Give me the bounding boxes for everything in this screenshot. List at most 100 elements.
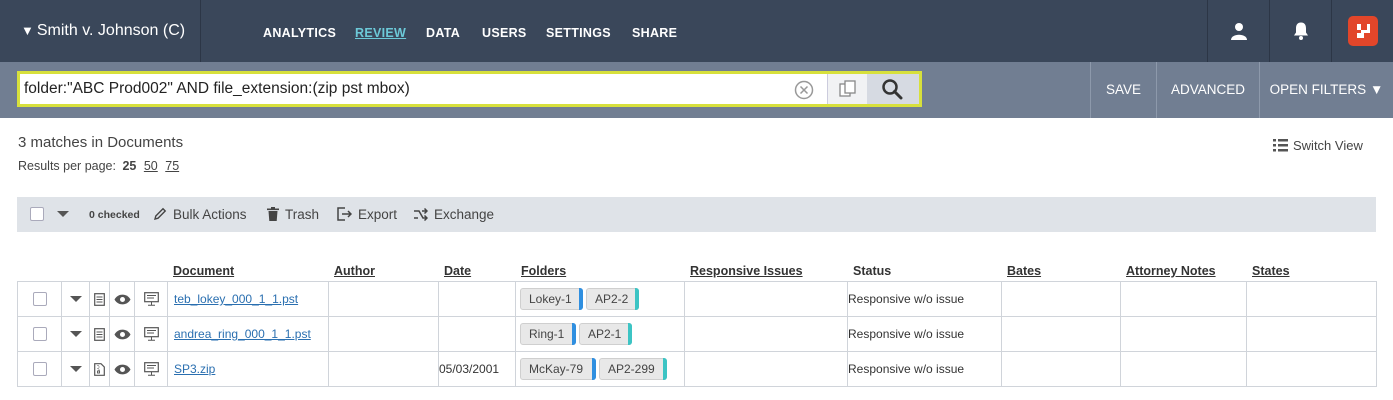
documents-table: teb_lokey_000_1_1.pst Lokey-1 AP2-2 Resp… [17, 281, 1377, 387]
copy-icon [839, 80, 856, 97]
select-options-caret[interactable] [57, 211, 69, 217]
row-checkbox[interactable] [32, 327, 47, 341]
responsive-issues-cell [684, 281, 848, 317]
search-box [17, 71, 922, 107]
folder-tag[interactable]: McKay-79 [520, 358, 596, 380]
folder-tag-label: AP2-1 [588, 327, 622, 341]
exchange-icon [414, 207, 429, 222]
nav-share[interactable]: SHARE [632, 26, 677, 40]
col-date[interactable]: Date [444, 264, 471, 278]
nav-data[interactable]: DATA [426, 26, 460, 40]
exchange-button[interactable]: Exchange [413, 207, 494, 222]
document-link[interactable]: SP3.zip [168, 362, 215, 376]
col-author[interactable]: Author [334, 264, 375, 278]
user-menu-button[interactable] [1207, 0, 1269, 62]
col-attorney-notes[interactable]: Attorney Notes [1126, 264, 1216, 278]
row-menu-caret[interactable] [69, 331, 82, 337]
table-row[interactable]: teb_lokey_000_1_1.pst Lokey-1 AP2-2 Resp… [17, 281, 1377, 317]
checked-count: 0 checked [89, 209, 140, 221]
export-button[interactable]: Export [337, 207, 397, 222]
brand-logo-button[interactable] [1331, 0, 1393, 62]
folder-tag[interactable]: AP2-299 [599, 358, 667, 380]
pencil-icon [154, 207, 167, 220]
author-cell [328, 351, 439, 387]
trash-label: Trash [285, 207, 320, 222]
document-link[interactable]: andrea_ring_000_1_1.pst [168, 327, 311, 341]
clear-search-icon[interactable] [794, 80, 814, 100]
presentation-icon[interactable] [143, 292, 159, 306]
search-button[interactable] [867, 74, 919, 104]
date-cell [438, 316, 516, 352]
attorney-notes-cell [1120, 351, 1247, 387]
nav-analytics[interactable]: ANALYTICS [263, 26, 336, 40]
presentation-icon[interactable] [143, 362, 159, 376]
zip-file-icon[interactable] [94, 362, 105, 376]
notifications-button[interactable] [1269, 0, 1331, 62]
search-input[interactable] [24, 76, 784, 102]
switch-view-label: Switch View [1293, 138, 1363, 153]
folder-tag[interactable]: AP2-2 [586, 288, 639, 310]
folder-tag-label: AP2-2 [595, 292, 629, 306]
folder-tag[interactable]: Ring-1 [520, 323, 576, 345]
export-icon [337, 207, 353, 221]
open-filters-button[interactable]: OPEN FILTERS ▼ [1259, 62, 1393, 118]
date-cell [438, 281, 516, 317]
nav-users[interactable]: USERS [482, 26, 527, 40]
nav-review[interactable]: REVIEW [355, 26, 406, 40]
folder-tag-label: Lokey-1 [529, 292, 572, 306]
folder-tag-label: McKay-79 [529, 362, 584, 376]
switch-view-button[interactable]: Switch View [1273, 138, 1363, 153]
col-bates[interactable]: Bates [1007, 264, 1041, 278]
bell-icon [1293, 22, 1308, 40]
nav-settings[interactable]: SETTINGS [546, 26, 611, 40]
caret-down-icon: ▼ [21, 23, 34, 38]
per-page-50[interactable]: 50 [144, 159, 158, 173]
col-responsive-issues[interactable]: Responsive Issues [690, 264, 803, 278]
bulk-actions-button[interactable]: Bulk Actions [153, 207, 247, 222]
status-cell: Responsive w/o issue [847, 281, 1002, 317]
row-checkbox[interactable] [32, 362, 47, 376]
matches-count: 3 matches in Documents [18, 134, 184, 151]
document-text-icon[interactable] [94, 327, 105, 341]
trash-icon [267, 207, 279, 221]
eye-icon[interactable] [114, 364, 131, 375]
col-states[interactable]: States [1252, 264, 1290, 278]
row-menu-caret[interactable] [69, 366, 82, 372]
results-per-page: Results per page: 25 50 75 [18, 159, 179, 173]
table-row[interactable]: andrea_ring_000_1_1.pst Ring-1 AP2-1 Res… [17, 316, 1377, 352]
eye-icon[interactable] [114, 329, 131, 340]
responsive-issues-cell [684, 316, 848, 352]
per-page-75[interactable]: 75 [165, 159, 179, 173]
folder-tag[interactable]: Lokey-1 [520, 288, 583, 310]
status-cell: Responsive w/o issue [847, 351, 1002, 387]
table-row[interactable]: SP3.zip 05/03/2001 McKay-79 AP2-299 Resp… [17, 351, 1377, 387]
brand-logo [1348, 16, 1378, 46]
search-bar: SAVE ADVANCED OPEN FILTERS ▼ [0, 62, 1393, 118]
case-selector[interactable]: ▼ Smith v. Johnson (C) [0, 0, 201, 62]
document-text-icon[interactable] [94, 292, 105, 306]
bulk-actions-label: Bulk Actions [173, 207, 247, 222]
list-view-icon [1273, 139, 1288, 152]
folder-tag[interactable]: AP2-1 [579, 323, 632, 345]
responsive-issues-cell [684, 351, 848, 387]
save-search-button[interactable]: SAVE [1090, 62, 1156, 118]
trash-button[interactable]: Trash [267, 207, 319, 222]
case-title: Smith v. Johnson (C) [36, 22, 186, 39]
presentation-icon[interactable] [143, 327, 159, 341]
top-navbar: ▼ Smith v. Johnson (C) ANALYTICS REVIEW D… [0, 0, 1393, 62]
advanced-search-button[interactable]: ADVANCED [1156, 62, 1259, 118]
eye-icon[interactable] [114, 294, 131, 305]
col-folders[interactable]: Folders [521, 264, 566, 278]
document-link[interactable]: teb_lokey_000_1_1.pst [168, 292, 298, 306]
folder-tag-label: AP2-299 [608, 362, 655, 376]
bates-cell [1001, 281, 1121, 317]
select-all-checkbox[interactable] [30, 207, 44, 221]
user-icon [1230, 23, 1247, 40]
copy-query-button[interactable] [827, 74, 867, 104]
states-cell [1246, 351, 1377, 387]
row-checkbox[interactable] [32, 292, 47, 306]
col-document[interactable]: Document [173, 264, 234, 278]
attorney-notes-cell [1120, 316, 1247, 352]
folder-tag-label: Ring-1 [529, 327, 565, 341]
row-menu-caret[interactable] [69, 296, 82, 302]
